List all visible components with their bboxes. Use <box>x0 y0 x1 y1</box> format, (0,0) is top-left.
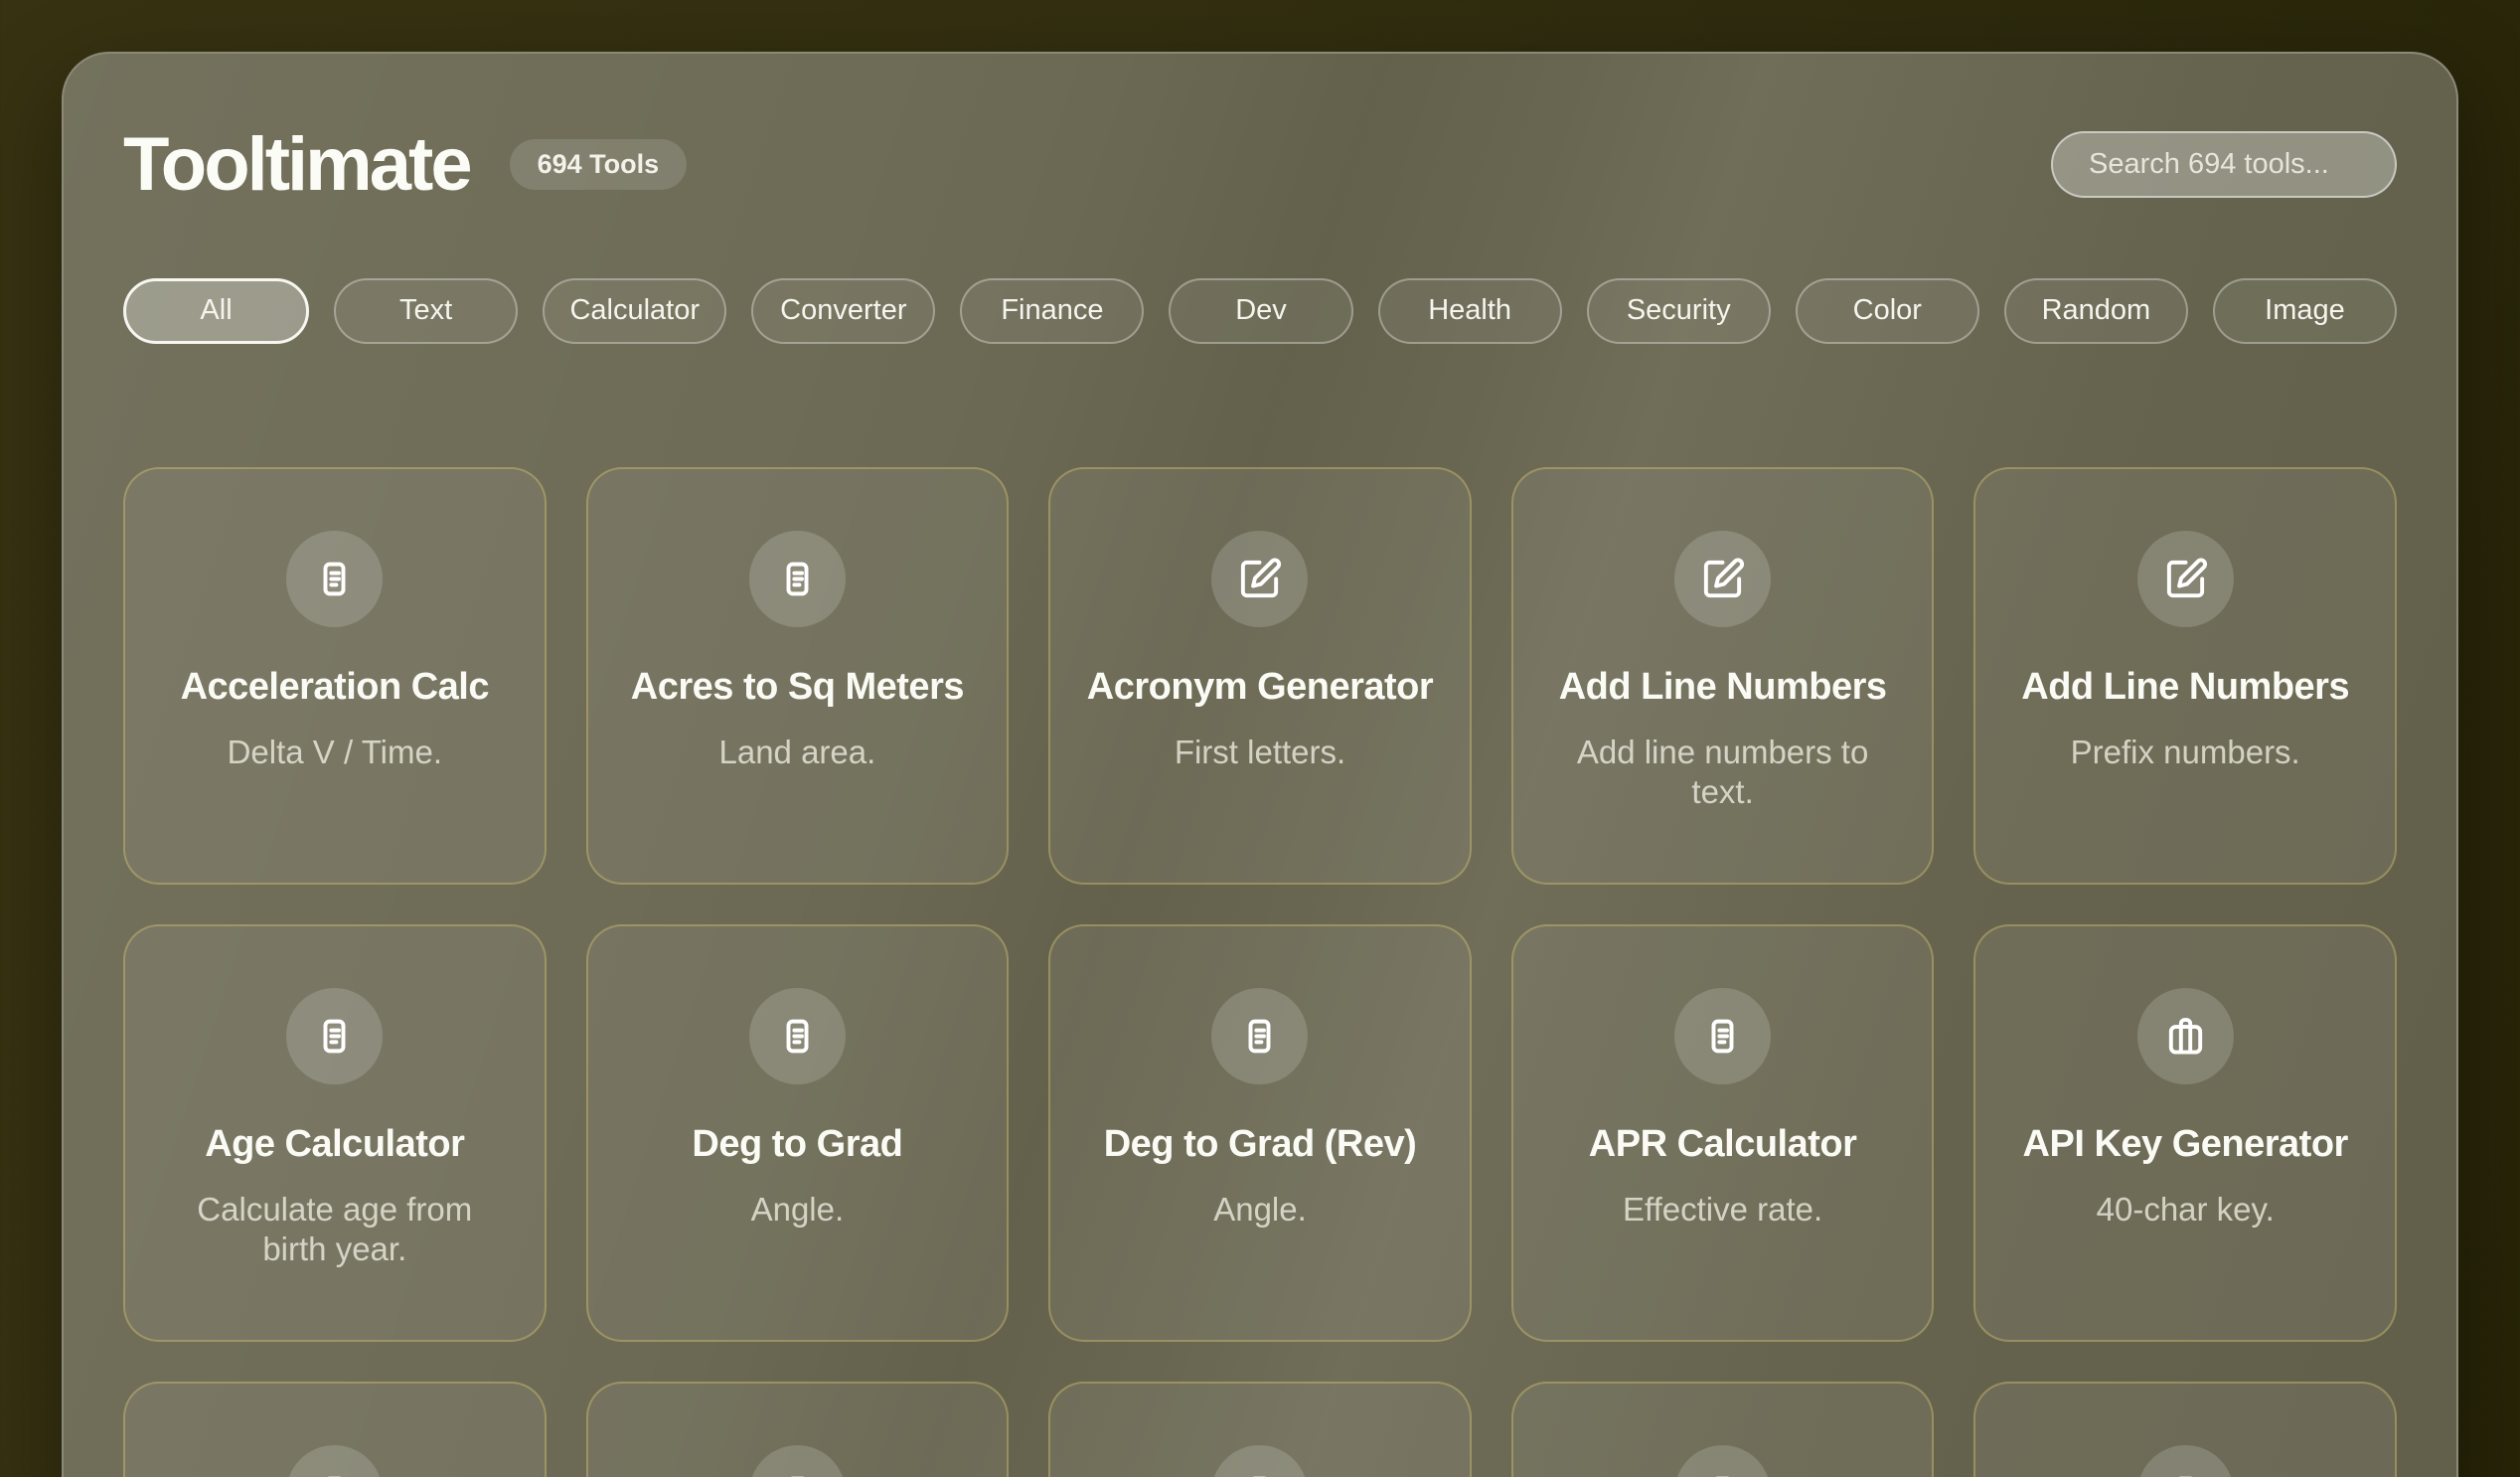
tool-title: Add Line Numbers <box>2021 665 2349 709</box>
tool-card[interactable]: API Key Generator 40-char key. <box>1973 924 2397 1342</box>
tool-subtitle: Prefix numbers. <box>2071 733 2300 772</box>
tool-card[interactable]: Acronym Generator First letters. <box>1048 467 1472 885</box>
tool-title: Add Line Numbers <box>1559 665 1887 709</box>
filter-pill-dev[interactable]: Dev <box>1169 278 1352 344</box>
filter-pill-health[interactable]: Health <box>1378 278 1562 344</box>
filter-bar: All Text Calculator Converter Finance Dev Heal… <box>123 278 2397 344</box>
tool-subtitle: Land area. <box>718 733 875 772</box>
filter-pill-random[interactable]: Random <box>2004 278 2188 344</box>
tool-card[interactable]: Deg to Grad Angle. <box>586 924 1010 1342</box>
document-icon <box>286 531 383 627</box>
tool-card[interactable] <box>1511 1382 1935 1477</box>
document-icon <box>2137 1445 2234 1477</box>
document-icon <box>286 1445 383 1477</box>
tool-subtitle: Delta V / Time. <box>228 733 442 772</box>
document-icon <box>749 1445 846 1477</box>
document-icon <box>1674 1445 1771 1477</box>
main-panel: Tooltimate 694 Tools All Text Calculator Co… <box>62 52 2458 1477</box>
tool-title: Acronym Generator <box>1087 665 1433 709</box>
document-icon <box>749 531 846 627</box>
document-icon <box>1211 1445 1308 1477</box>
filter-pill-color[interactable]: Color <box>1796 278 1979 344</box>
document-icon <box>1211 988 1308 1084</box>
tool-title: Deg to Grad <box>692 1122 902 1166</box>
briefcase-icon <box>2137 988 2234 1084</box>
search-input[interactable] <box>2051 131 2397 198</box>
edit-icon <box>1674 531 1771 627</box>
tool-subtitle: Effective rate. <box>1623 1190 1822 1230</box>
tool-title: APR Calculator <box>1589 1122 1857 1166</box>
tool-title: API Key Generator <box>2023 1122 2348 1166</box>
app-title: Tooltimate <box>123 123 470 207</box>
tool-card[interactable] <box>586 1382 1010 1477</box>
tool-subtitle: Add line numbers to text. <box>1549 733 1897 813</box>
filter-pill-security[interactable]: Security <box>1587 278 1771 344</box>
document-icon <box>749 988 846 1084</box>
tool-subtitle: 40-char key. <box>2097 1190 2275 1230</box>
tool-subtitle: Calculate age from birth year. <box>161 1190 509 1270</box>
filter-pill-text[interactable]: Text <box>334 278 518 344</box>
tool-title: Deg to Grad (Rev) <box>1104 1122 1417 1166</box>
tool-card[interactable]: Acres to Sq Meters Land area. <box>586 467 1010 885</box>
tool-title: Acres to Sq Meters <box>631 665 964 709</box>
edit-icon <box>2137 531 2234 627</box>
tool-card[interactable] <box>1973 1382 2397 1477</box>
filter-pill-image[interactable]: Image <box>2213 278 2397 344</box>
tool-title: Acceleration Calc <box>181 665 489 709</box>
tool-card[interactable] <box>1048 1382 1472 1477</box>
filter-pill-finance[interactable]: Finance <box>960 278 1144 344</box>
tool-card[interactable]: Add Line Numbers Add line numbers to text… <box>1511 467 1935 885</box>
filter-pill-all[interactable]: All <box>123 278 309 344</box>
header: Tooltimate 694 Tools <box>123 123 2397 207</box>
tool-title: Age Calculator <box>205 1122 464 1166</box>
document-icon <box>1674 988 1771 1084</box>
tool-card[interactable]: Add Line Numbers Prefix numbers. <box>1973 467 2397 885</box>
tools-grid: Acceleration Calc Delta V / Time. Acres to… <box>123 467 2397 1477</box>
tool-subtitle: Angle. <box>751 1190 845 1230</box>
tool-subtitle: Angle. <box>1213 1190 1307 1230</box>
document-icon <box>286 988 383 1084</box>
tool-card[interactable]: Acceleration Calc Delta V / Time. <box>123 467 547 885</box>
tool-card[interactable]: Age Calculator Calculate age from birth y… <box>123 924 547 1342</box>
tool-count-badge: 694 Tools <box>510 139 688 190</box>
tool-card[interactable] <box>123 1382 547 1477</box>
tool-card[interactable]: Deg to Grad (Rev) Angle. <box>1048 924 1472 1342</box>
filter-pill-calculator[interactable]: Calculator <box>543 278 726 344</box>
filter-pill-converter[interactable]: Converter <box>751 278 935 344</box>
tool-card[interactable]: APR Calculator Effective rate. <box>1511 924 1935 1342</box>
edit-icon <box>1211 531 1308 627</box>
tool-subtitle: First letters. <box>1175 733 1345 772</box>
